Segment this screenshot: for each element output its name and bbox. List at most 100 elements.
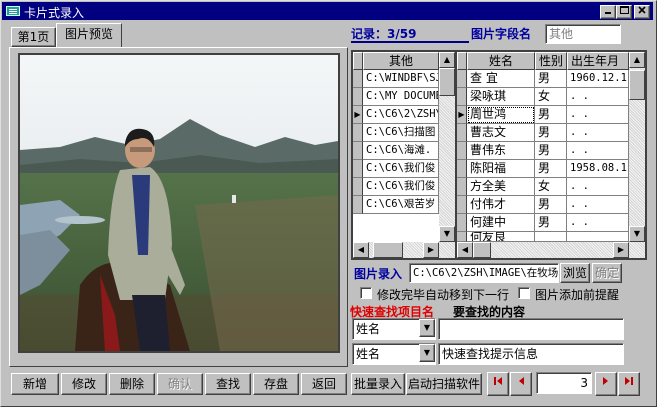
batch-entry-button[interactable]: 批量录入 (351, 373, 405, 395)
left-grid-cell[interactable]: C:\C6\2\ZSH\ (363, 106, 439, 124)
right-grid[interactable]: 姓名 性别 出生年月 查 宜 男 1960.12.1 梁咏琪 女 . . ▶ 周… (455, 50, 647, 260)
image-input-label: 图片录入 (354, 267, 403, 281)
column-header-gender: 性别 (535, 52, 567, 70)
left-grid-cell[interactable]: C:\C6\艰苦岁 (363, 196, 439, 214)
app-icon (6, 6, 20, 16)
search-field-select-2[interactable]: 姓名 ▼ (352, 343, 436, 365)
image-field-label: 图片字段名 (471, 27, 532, 41)
last-record-button[interactable] (618, 372, 640, 396)
table-row-birth[interactable]: . . (567, 178, 629, 196)
scroll-right-icon[interactable]: ▶ (423, 242, 439, 258)
delete-button[interactable]: 删除 (109, 373, 155, 395)
table-row-name[interactable]: 何友良 (467, 232, 535, 242)
chevron-down-icon[interactable]: ▼ (419, 319, 435, 337)
minimize-button[interactable] (600, 5, 616, 19)
maximize-button[interactable] (616, 5, 632, 19)
left-grid-cell[interactable]: C:\C6\我们俊 (363, 160, 439, 178)
tab-image-preview[interactable]: 图片预览 (56, 23, 122, 48)
tab-page1[interactable]: 第1页 (11, 27, 56, 47)
table-row-birth[interactable]: 1960.12.1 (567, 70, 629, 88)
left-grid-cell[interactable]: C:\C6\扫描图 (363, 124, 439, 142)
search-field-select-1-value: 姓名 (356, 322, 381, 336)
right-grid-hscroll[interactable]: ◀ ▶ (457, 242, 645, 258)
table-row-gender[interactable]: 男 (535, 142, 567, 160)
current-row-marker-icon: ▶ (457, 106, 467, 124)
confirm-image-button[interactable]: 确定 (592, 263, 622, 283)
table-row-name[interactable]: 梁咏琪 (467, 88, 535, 106)
left-grid-cell[interactable]: C:\MY DOCUMEN (363, 88, 439, 106)
record-number-input[interactable]: 3 (536, 372, 592, 394)
table-row-name[interactable]: 曹志文 (467, 124, 535, 142)
table-row-name[interactable]: 查 宜 (467, 70, 535, 88)
edit-button[interactable]: 修改 (61, 373, 107, 395)
photo-preview (18, 53, 340, 353)
search-content-input[interactable] (438, 318, 624, 340)
left-grid[interactable]: 其他 C:\WINDBF\SJ C:\MY DOCUMEN ▶ C:\C6\2\… (351, 50, 456, 260)
right-grid-vscroll[interactable]: ▲ ▼ (629, 52, 645, 242)
scroll-left-icon[interactable]: ◀ (457, 242, 473, 258)
auto-next-row-checkbox[interactable] (360, 287, 372, 299)
table-row-birth[interactable]: . . (567, 124, 629, 142)
next-record-button[interactable] (595, 372, 617, 396)
return-button[interactable]: 返回 (301, 373, 347, 395)
table-row-name[interactable]: 方全美 (467, 178, 535, 196)
table-row-birth[interactable]: . . (567, 142, 629, 160)
table-row-name[interactable]: 何建中 (467, 214, 535, 232)
scroll-left-icon[interactable]: ◀ (353, 242, 369, 258)
table-row-gender[interactable]: 男 (535, 196, 567, 214)
prev-record-button[interactable] (510, 372, 532, 396)
search-field-select-1[interactable]: 姓名 ▼ (352, 318, 436, 340)
quick-search-hint: 快速查找提示信息 (438, 343, 624, 365)
auto-next-row-label: 修改完毕自动移到下一行 (377, 288, 510, 302)
table-row-birth[interactable] (567, 232, 629, 242)
left-grid-cell[interactable]: C:\WINDBF\SJ (363, 70, 439, 88)
table-row-birth[interactable]: . . (567, 106, 629, 124)
table-row-birth[interactable]: . . (567, 214, 629, 232)
scroll-up-icon[interactable]: ▲ (629, 52, 645, 68)
scroll-thumb[interactable] (473, 242, 491, 258)
image-add-remind-checkbox[interactable] (518, 287, 530, 299)
left-grid-vscroll[interactable]: ▲ ▼ (439, 52, 455, 242)
find-button[interactable]: 查找 (205, 373, 251, 395)
current-row-marker-icon: ▶ (353, 106, 363, 124)
scroll-right-icon[interactable]: ▶ (613, 242, 629, 258)
table-row-gender[interactable]: 男 (535, 124, 567, 142)
scroll-down-icon[interactable]: ▼ (439, 226, 455, 242)
add-button[interactable]: 新增 (11, 373, 59, 395)
next-icon (603, 377, 608, 385)
table-row-birth[interactable]: . . (567, 196, 629, 214)
left-grid-hscroll[interactable]: ◀ ▶ (353, 242, 455, 258)
table-row-gender[interactable]: 女 (535, 88, 567, 106)
image-path-input[interactable]: C:\C6\2\ZSH\IMAGE\在牧场 (409, 263, 559, 283)
maximize-icon (619, 6, 629, 14)
table-row-gender[interactable] (535, 232, 567, 242)
scroll-up-icon[interactable]: ▲ (439, 52, 455, 68)
table-row-birth[interactable]: 1958.08.1 (567, 160, 629, 178)
title-bar[interactable]: 卡片式录入 (2, 2, 653, 20)
table-row-gender[interactable]: 男 (535, 106, 567, 124)
table-row-gender[interactable]: 男 (535, 160, 567, 178)
scroll-thumb[interactable] (439, 68, 455, 96)
scroll-down-icon[interactable]: ▼ (629, 226, 645, 242)
chevron-down-icon[interactable]: ▼ (419, 344, 435, 362)
confirm-button[interactable]: 确认 (157, 373, 203, 395)
left-grid-cell[interactable]: C:\C6\我们俊 (363, 178, 439, 196)
table-row-name[interactable]: 曹伟东 (467, 142, 535, 160)
left-grid-header: 其他 (363, 52, 439, 70)
table-row-name[interactable]: 付伟才 (467, 196, 535, 214)
table-row-gender[interactable]: 女 (535, 178, 567, 196)
table-row-gender[interactable]: 男 (535, 214, 567, 232)
table-row-name[interactable]: 陈阳福 (467, 160, 535, 178)
left-grid-cell[interactable]: C:\C6\海滩. (363, 142, 439, 160)
table-row-birth[interactable]: . . (567, 88, 629, 106)
first-record-button[interactable] (487, 372, 509, 396)
table-row-gender[interactable]: 男 (535, 70, 567, 88)
launch-scanner-button[interactable]: 启动扫描软件 (406, 373, 482, 395)
save-button[interactable]: 存盘 (253, 373, 299, 395)
close-button[interactable] (634, 5, 650, 19)
browse-button[interactable]: 浏览 (560, 263, 590, 283)
image-field-input[interactable]: 其他 (545, 24, 621, 44)
scroll-thumb[interactable] (629, 70, 645, 100)
table-row-name-active[interactable]: 周世鸿 (467, 106, 535, 124)
scroll-thumb[interactable] (373, 242, 403, 258)
